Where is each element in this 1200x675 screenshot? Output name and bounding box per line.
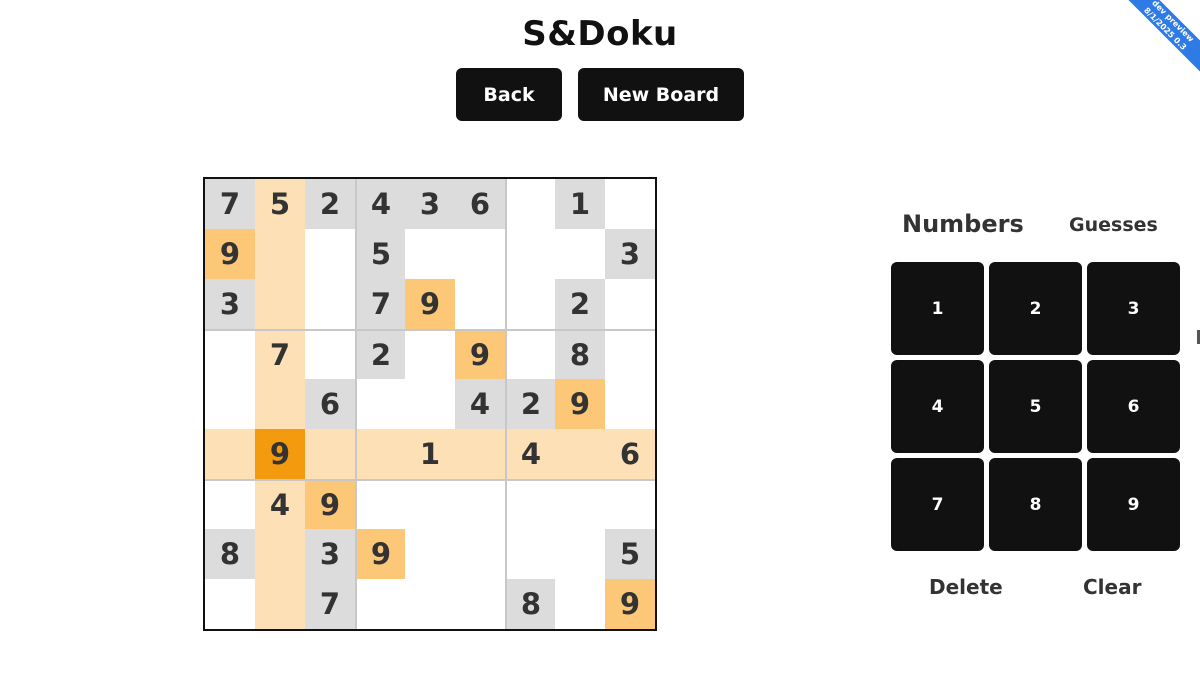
board-cell-r5-c6[interactable]: 4 <box>455 379 505 429</box>
board-cell-r3-c7[interactable] <box>505 279 555 329</box>
board-cell-r7-c9[interactable] <box>605 479 655 529</box>
board-cell-r3-c8[interactable]: 2 <box>555 279 605 329</box>
board-cell-r1-c5[interactable]: 3 <box>405 179 455 229</box>
board-cell-r5-c3[interactable]: 6 <box>305 379 355 429</box>
board-cell-r8-c2[interactable] <box>255 529 305 579</box>
number-key-9[interactable]: 9 <box>1087 458 1180 551</box>
board-cell-r6-c2[interactable]: 9 <box>255 429 305 479</box>
board-cell-r6-c6[interactable] <box>455 429 505 479</box>
board-cell-r3-c9[interactable] <box>605 279 655 329</box>
board-cell-r8-c7[interactable] <box>505 529 555 579</box>
board-cell-r1-c2[interactable]: 5 <box>255 179 305 229</box>
board-cell-r5-c5[interactable] <box>405 379 455 429</box>
board-cell-r5-c8[interactable]: 9 <box>555 379 605 429</box>
board-cell-r1-c7[interactable] <box>505 179 555 229</box>
board-cell-r8-c9[interactable]: 5 <box>605 529 655 579</box>
number-key-6[interactable]: 6 <box>1087 360 1180 453</box>
board-cell-r6-c1[interactable] <box>205 429 255 479</box>
board-cell-r9-c7[interactable]: 8 <box>505 579 555 629</box>
number-key-3[interactable]: 3 <box>1087 262 1180 355</box>
number-key-2[interactable]: 2 <box>989 262 1082 355</box>
board-cell-r7-c5[interactable] <box>405 479 455 529</box>
board-cell-r4-c9[interactable] <box>605 329 655 379</box>
board-cell-r6-c8[interactable] <box>555 429 605 479</box>
app-title: S&Doku <box>522 14 678 54</box>
board-cell-r3-c6[interactable] <box>455 279 505 329</box>
board-cell-r4-c3[interactable] <box>305 329 355 379</box>
board-cell-r6-c7[interactable]: 4 <box>505 429 555 479</box>
board-cell-r3-c5[interactable]: 9 <box>405 279 455 329</box>
board-cell-r9-c4[interactable] <box>355 579 405 629</box>
board-cell-r9-c2[interactable] <box>255 579 305 629</box>
tab-numbers[interactable]: Numbers <box>902 210 1024 238</box>
board-cell-r1-c3[interactable]: 2 <box>305 179 355 229</box>
clear-button[interactable]: Clear <box>1083 575 1141 599</box>
board-cell-r2-c1[interactable]: 9 <box>205 229 255 279</box>
board-cell-r9-c5[interactable] <box>405 579 455 629</box>
board-cell-r5-c1[interactable] <box>205 379 255 429</box>
board-cell-r4-c2[interactable]: 7 <box>255 329 305 379</box>
board-cell-r4-c6[interactable]: 9 <box>455 329 505 379</box>
board-cell-r1-c1[interactable]: 7 <box>205 179 255 229</box>
board-cell-r8-c6[interactable] <box>455 529 505 579</box>
board-cell-r7-c2[interactable]: 4 <box>255 479 305 529</box>
board-cell-r1-c6[interactable]: 6 <box>455 179 505 229</box>
board-cell-r1-c8[interactable]: 1 <box>555 179 605 229</box>
new-board-button[interactable]: New Board <box>578 68 744 121</box>
board-cell-r4-c5[interactable] <box>405 329 455 379</box>
board-cell-r5-c2[interactable] <box>255 379 305 429</box>
board-cell-r8-c3[interactable]: 3 <box>305 529 355 579</box>
board-cell-r7-c4[interactable] <box>355 479 405 529</box>
board-cell-r5-c4[interactable] <box>355 379 405 429</box>
board-cell-r2-c9[interactable]: 3 <box>605 229 655 279</box>
board-cell-r3-c1[interactable]: 3 <box>205 279 255 329</box>
board-cell-r8-c8[interactable] <box>555 529 605 579</box>
board-cell-r8-c1[interactable]: 8 <box>205 529 255 579</box>
board-cell-r4-c7[interactable] <box>505 329 555 379</box>
board-cell-r2-c3[interactable] <box>305 229 355 279</box>
board-cell-r7-c8[interactable] <box>555 479 605 529</box>
board-cell-r4-c1[interactable] <box>205 329 255 379</box>
board-cell-r2-c4[interactable]: 5 <box>355 229 405 279</box>
number-key-1[interactable]: 1 <box>891 262 984 355</box>
board-cell-r7-c3[interactable]: 9 <box>305 479 355 529</box>
board-cell-r7-c7[interactable] <box>505 479 555 529</box>
board-cell-r9-c3[interactable]: 7 <box>305 579 355 629</box>
board-cell-r4-c8[interactable]: 8 <box>555 329 605 379</box>
board-cell-r6-c9[interactable]: 6 <box>605 429 655 479</box>
board-cell-r3-c4[interactable]: 7 <box>355 279 405 329</box>
board-cell-r2-c5[interactable] <box>405 229 455 279</box>
board-cell-r3-c2[interactable] <box>255 279 305 329</box>
board-cell-r5-c9[interactable] <box>605 379 655 429</box>
board-cell-r7-c1[interactable] <box>205 479 255 529</box>
board-cell-r4-c4[interactable]: 2 <box>355 329 405 379</box>
board-cell-r7-c6[interactable] <box>455 479 505 529</box>
board-cell-r1-c9[interactable] <box>605 179 655 229</box>
board-cell-r9-c1[interactable] <box>205 579 255 629</box>
board-cell-r1-c4[interactable]: 4 <box>355 179 405 229</box>
board-cell-r6-c3[interactable] <box>305 429 355 479</box>
delete-button[interactable]: Delete <box>929 575 1003 599</box>
board-cell-r9-c8[interactable] <box>555 579 605 629</box>
number-key-5[interactable]: 5 <box>989 360 1082 453</box>
board-cell-r9-c6[interactable] <box>455 579 505 629</box>
board-cell-r2-c7[interactable] <box>505 229 555 279</box>
tab-guesses[interactable]: Guesses <box>1069 214 1158 236</box>
board-cell-r6-c5[interactable]: 1 <box>405 429 455 479</box>
board-cell-r2-c2[interactable] <box>255 229 305 279</box>
board-cell-r8-c5[interactable] <box>405 529 455 579</box>
board-cell-r6-c4[interactable] <box>355 429 405 479</box>
number-key-4[interactable]: 4 <box>891 360 984 453</box>
number-pad: 123 456 789 <box>891 262 1180 551</box>
board-cell-r2-c6[interactable] <box>455 229 505 279</box>
back-button[interactable]: Back <box>456 68 562 121</box>
board-cell-r5-c7[interactable]: 2 <box>505 379 555 429</box>
number-key-7[interactable]: 7 <box>891 458 984 551</box>
number-key-8[interactable]: 8 <box>989 458 1082 551</box>
board-cell-r2-c8[interactable] <box>555 229 605 279</box>
board-cell-r3-c3[interactable] <box>305 279 355 329</box>
board-cell-r9-c9[interactable]: 9 <box>605 579 655 629</box>
board-cell-r8-c4[interactable]: 9 <box>355 529 405 579</box>
sudoku-board: 75243619533792729864299146498395789 <box>203 177 657 631</box>
